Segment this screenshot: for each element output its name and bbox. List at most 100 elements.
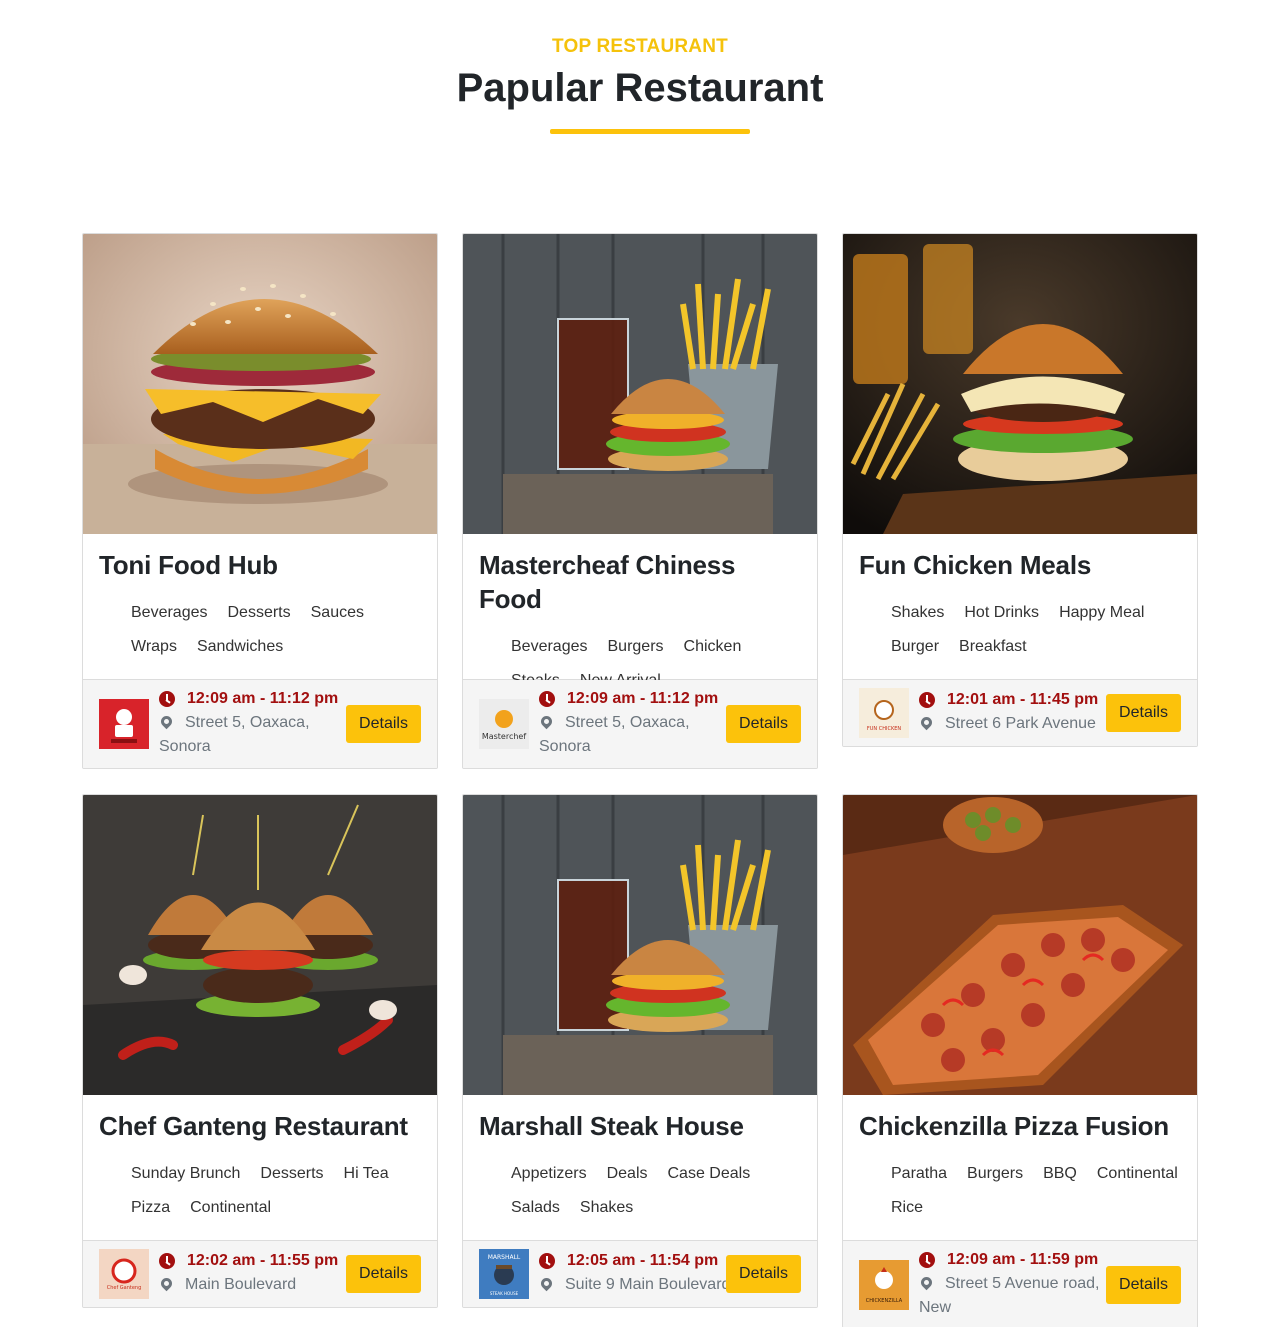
burger-fries-cola-photo: [463, 795, 817, 1095]
opening-hours: 12:09 am - 11:59 pm: [919, 1248, 1107, 1272]
cuisine-tag[interactable]: Chicken: [684, 630, 742, 664]
cuisine-tag[interactable]: Sunday Brunch: [131, 1157, 240, 1191]
card-footer: Masterchef 12:09 am - 11:12 pm Street 5,…: [463, 680, 817, 768]
section-eyebrow: TOP RESTAURANT: [552, 36, 728, 57]
restaurant-name[interactable]: Marshall Steak House: [479, 1109, 801, 1143]
cuisine-tag[interactable]: Rice: [891, 1191, 923, 1225]
cuisine-tag[interactable]: BBQ: [1043, 1157, 1077, 1191]
cuisine-tag[interactable]: Continental: [1097, 1157, 1178, 1191]
cuisine-tag[interactable]: Beverages: [131, 596, 208, 630]
svg-text:CHICKENZILLA: CHICKENZILLA: [866, 1298, 903, 1304]
address: Suite 9 Main Boulevard: [538, 1273, 739, 1297]
opening-hours: 12:09 am - 11:12 pm: [539, 687, 727, 711]
details-button[interactable]: Details: [346, 1255, 421, 1293]
cuisine-tag[interactable]: Deals: [607, 1157, 648, 1191]
restaurant-logo: Masterchef: [479, 699, 529, 749]
card-footer: CHICKENZILLA 12:09 am - 11:59 pm Street …: [843, 1241, 1197, 1327]
cuisine-tag[interactable]: Wraps: [131, 630, 177, 664]
cuisine-tags: Sunday Brunch Desserts Hi Tea Pizza Cont…: [99, 1157, 421, 1225]
cuisine-tag[interactable]: Case Deals: [668, 1157, 751, 1191]
cuisine-tag[interactable]: Appetizers: [511, 1157, 587, 1191]
cuisine-tag[interactable]: Shakes: [580, 1191, 633, 1225]
cuisine-tag[interactable]: Continental: [190, 1191, 271, 1225]
svg-text:Chef Ganteng: Chef Ganteng: [107, 1285, 142, 1291]
cheeseburger-photo: [843, 234, 1197, 534]
clock-icon: [159, 691, 175, 707]
cuisine-tag[interactable]: Burgers: [608, 630, 664, 664]
cuisine-tag[interactable]: Hi Tea: [344, 1157, 389, 1191]
address: Street 5, Oaxaca, Sonora: [158, 713, 310, 755]
restaurant-logo: FUN CHICKEN: [859, 688, 909, 738]
restaurant-card-toni: Toni Food Hub Beverages Desserts Sauces …: [82, 233, 438, 769]
card-footer: Chef Ganteng 12:02 am - 11:55 pm Main Bo…: [83, 1241, 437, 1307]
restaurant-logo: Chef Ganteng: [99, 1249, 149, 1299]
restaurant-name[interactable]: Chickenzilla Pizza Fusion: [859, 1109, 1181, 1143]
clock-icon: [539, 1253, 555, 1269]
restaurant-name[interactable]: Fun Chicken Meals: [859, 548, 1181, 582]
map-pin-icon: [158, 1275, 175, 1292]
page-title: Papular Restaurant: [456, 66, 824, 110]
svg-text:MARSHALL: MARSHALL: [488, 1254, 521, 1261]
clock-icon: [919, 692, 935, 708]
clock-icon: [539, 691, 555, 707]
cuisine-tag[interactable]: Beverages: [511, 630, 588, 664]
svg-text:FUN CHICKEN: FUN CHICKEN: [867, 726, 902, 732]
cuisine-tag[interactable]: Paratha: [891, 1157, 947, 1191]
restaurant-card-marshall: Marshall Steak House Appetizers Deals Ca…: [462, 794, 818, 1308]
address: Main Boulevard: [158, 1273, 347, 1297]
cuisine-tags: Appetizers Deals Case Deals Salads Shake…: [479, 1157, 801, 1225]
cuisine-tag[interactable]: Pizza: [131, 1191, 170, 1225]
restaurant-logo: MARSHALL STEAK HOUSE: [479, 1249, 529, 1299]
opening-hours: 12:01 am - 11:45 pm: [919, 688, 1119, 712]
cuisine-tag[interactable]: Burger: [891, 630, 939, 664]
card-footer: MARSHALL STEAK HOUSE 12:05 am - 11:54 pm …: [463, 1241, 817, 1307]
opening-hours: 12:02 am - 11:55 pm: [159, 1249, 347, 1273]
opening-hours: 12:09 am - 11:12 pm: [159, 687, 347, 711]
cuisine-tag[interactable]: Happy Meal: [1059, 596, 1144, 630]
clock-icon: [159, 1253, 175, 1269]
restaurant-logo: CHICKENZILLA: [859, 1260, 909, 1310]
cuisine-tag[interactable]: Desserts: [228, 596, 291, 630]
cuisine-tag[interactable]: Salads: [511, 1191, 560, 1225]
cuisine-tag[interactable]: Breakfast: [959, 630, 1027, 664]
pizza-photo: [843, 795, 1197, 1095]
address: Street 6 Park Avenue: [918, 712, 1119, 736]
map-pin-icon: [918, 714, 935, 731]
clock-icon: [919, 1252, 935, 1268]
restaurant-logo: [99, 699, 149, 749]
restaurant-name[interactable]: Mastercheaf Chiness Food: [479, 548, 801, 616]
address: Street 5 Avenue road, New: [918, 1274, 1100, 1316]
details-button[interactable]: Details: [726, 705, 801, 743]
map-pin-icon: [538, 1275, 555, 1292]
svg-text:Masterchef: Masterchef: [482, 732, 527, 741]
map-pin-icon: [538, 713, 555, 730]
map-pin-icon: [158, 713, 175, 730]
restaurant-card-chef-ganteng: Chef Ganteng Restaurant Sunday Brunch De…: [82, 794, 438, 1308]
cuisine-tags: Beverages Desserts Sauces Wraps Sandwich…: [99, 596, 421, 664]
title-underline: [550, 129, 750, 134]
details-button[interactable]: Details: [346, 705, 421, 743]
burger-fries-cola-photo: [463, 234, 817, 534]
restaurant-name[interactable]: Toni Food Hub: [99, 548, 421, 582]
cuisine-tag[interactable]: Hot Drinks: [964, 596, 1039, 630]
restaurant-name[interactable]: Chef Ganteng Restaurant: [99, 1109, 421, 1143]
cuisine-tag[interactable]: Sauces: [311, 596, 364, 630]
card-footer: FUN CHICKEN 12:01 am - 11:45 pm Street 6…: [843, 680, 1197, 746]
sliders-photo: [83, 795, 437, 1095]
cuisine-tag[interactable]: Sandwiches: [197, 630, 283, 664]
details-button[interactable]: Details: [1106, 1266, 1181, 1304]
cuisine-tags: Paratha Burgers BBQ Continental Rice: [859, 1157, 1181, 1225]
burger-photo: [83, 234, 437, 534]
cuisine-tag[interactable]: Burgers: [967, 1157, 1023, 1191]
details-button[interactable]: Details: [726, 1255, 801, 1293]
cuisine-tags: Shakes Hot Drinks Happy Meal Burger Brea…: [859, 596, 1181, 664]
restaurant-card-chickenzilla: Chickenzilla Pizza Fusion Paratha Burger…: [842, 794, 1198, 1327]
cuisine-tag[interactable]: Desserts: [260, 1157, 323, 1191]
restaurant-card-fun-chicken: Fun Chicken Meals Shakes Hot Drinks Happ…: [842, 233, 1198, 747]
address: Street 5, Oaxaca, Sonora: [538, 713, 690, 755]
opening-hours: 12:05 am - 11:54 pm: [539, 1249, 739, 1273]
map-pin-icon: [918, 1274, 935, 1291]
restaurant-card-mastercheaf: Mastercheaf Chiness Food Beverages Burge…: [462, 233, 818, 769]
details-button[interactable]: Details: [1106, 694, 1181, 732]
cuisine-tag[interactable]: Shakes: [891, 596, 944, 630]
